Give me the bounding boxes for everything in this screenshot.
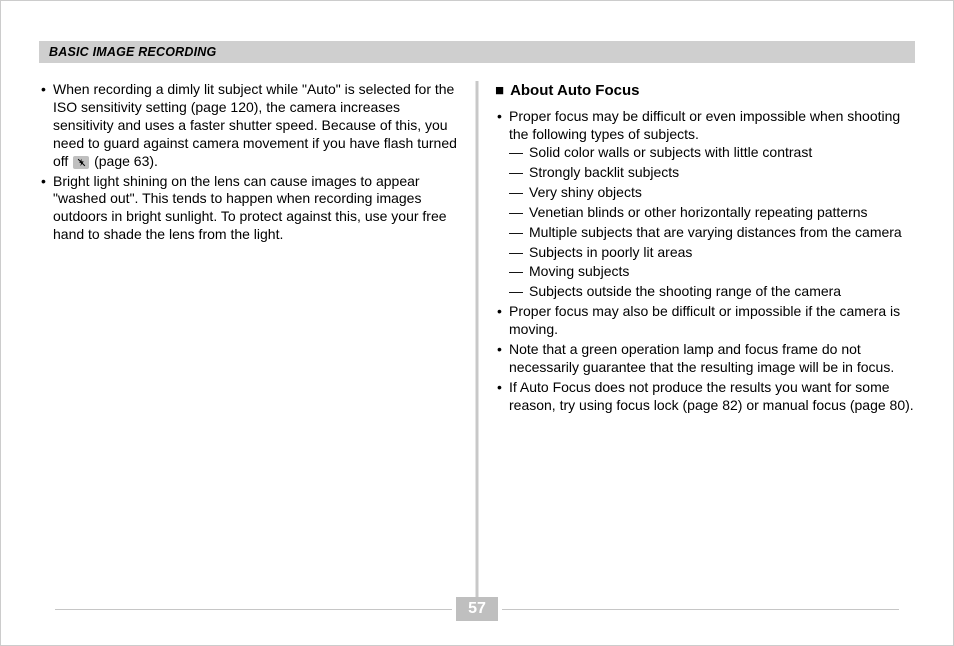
right-bullet-2: Proper focus may also be difficult or im… bbox=[495, 303, 915, 339]
dash-item: Subjects outside the shooting range of t… bbox=[509, 283, 915, 301]
dash-text: Moving subjects bbox=[529, 263, 629, 279]
left-bullet-list: When recording a dimly lit subject while… bbox=[39, 81, 459, 244]
page-footer: 57 bbox=[1, 597, 953, 621]
right-column: ■ About Auto Focus Proper focus may be d… bbox=[477, 81, 915, 601]
dash-text: Subjects in poorly lit areas bbox=[529, 244, 692, 260]
dash-item: Strongly backlit subjects bbox=[509, 164, 915, 182]
flash-off-icon bbox=[73, 156, 89, 169]
page: BASIC IMAGE RECORDING When recording a d… bbox=[0, 0, 954, 646]
dash-item: Multiple subjects that are varying dista… bbox=[509, 224, 915, 242]
about-auto-focus-title: About Auto Focus bbox=[510, 81, 639, 100]
right-dash-list: Solid color walls or subjects with littl… bbox=[509, 144, 915, 301]
dash-item: Solid color walls or subjects with littl… bbox=[509, 144, 915, 162]
right-bullet-list: Proper focus may be difficult or even im… bbox=[495, 108, 915, 415]
dash-text: Very shiny objects bbox=[529, 184, 642, 200]
page-number: 57 bbox=[456, 597, 498, 621]
left-bullet-2: Bright light shining on the lens can cau… bbox=[39, 173, 459, 245]
dash-text: Solid color walls or subjects with littl… bbox=[529, 144, 812, 160]
about-auto-focus-heading: ■ About Auto Focus bbox=[495, 81, 915, 100]
left-bullet-1: When recording a dimly lit subject while… bbox=[39, 81, 459, 171]
page-number-value: 57 bbox=[468, 600, 486, 618]
column-divider bbox=[476, 81, 479, 601]
left-bullet-2-text: Bright light shining on the lens can cau… bbox=[53, 173, 447, 243]
footer-rule-left bbox=[55, 609, 452, 610]
right-bullet-1: Proper focus may be difficult or even im… bbox=[495, 108, 915, 301]
left-column: When recording a dimly lit subject while… bbox=[39, 81, 477, 601]
dash-text: Venetian blinds or other horizontally re… bbox=[529, 204, 868, 220]
section-header: BASIC IMAGE RECORDING bbox=[39, 41, 915, 63]
square-bullet-icon: ■ bbox=[495, 81, 504, 100]
right-bullet-3: Note that a green operation lamp and foc… bbox=[495, 341, 915, 377]
dash-item: Venetian blinds or other horizontally re… bbox=[509, 204, 915, 222]
dash-item: Very shiny objects bbox=[509, 184, 915, 202]
right-bullet-4-text: If Auto Focus does not produce the resul… bbox=[509, 379, 914, 413]
content-columns: When recording a dimly lit subject while… bbox=[39, 81, 915, 601]
dash-text: Strongly backlit subjects bbox=[529, 164, 679, 180]
section-header-title: BASIC IMAGE RECORDING bbox=[49, 45, 216, 59]
dash-text: Subjects outside the shooting range of t… bbox=[529, 283, 841, 299]
footer-rule-right bbox=[502, 609, 899, 610]
dash-item: Moving subjects bbox=[509, 263, 915, 281]
left-bullet-1-post: (page 63). bbox=[94, 153, 158, 169]
dash-text: Multiple subjects that are varying dista… bbox=[529, 224, 902, 240]
right-bullet-2-text: Proper focus may also be difficult or im… bbox=[509, 303, 900, 337]
dash-item: Subjects in poorly lit areas bbox=[509, 244, 915, 262]
right-bullet-4: If Auto Focus does not produce the resul… bbox=[495, 379, 915, 415]
right-bullet-3-text: Note that a green operation lamp and foc… bbox=[509, 341, 894, 375]
right-bullet-1-text: Proper focus may be difficult or even im… bbox=[509, 108, 900, 142]
